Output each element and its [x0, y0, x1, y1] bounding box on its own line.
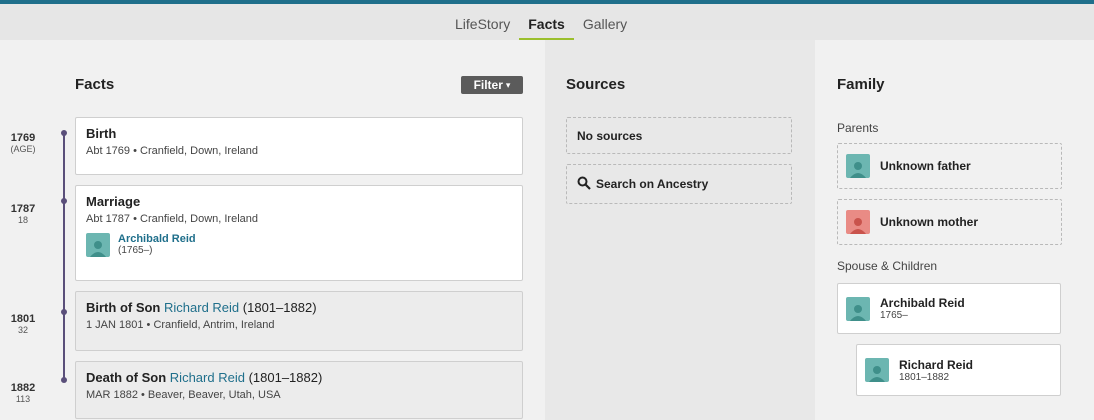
fact-card-marriage[interactable]: Marriage Abt 1787 • Cranfield, Down, Ire… [75, 185, 523, 281]
female-avatar-icon [846, 210, 870, 234]
spouse-name: Archibald Reid [118, 233, 196, 245]
event-year-4: 1882 113 [0, 382, 60, 404]
timeline-dot [61, 198, 67, 204]
fact-card-birth-of-son[interactable]: Birth of Son Richard Reid (1801–1882) 1 … [75, 291, 523, 351]
fact-title: Birth [86, 126, 117, 141]
fact-detail: MAR 1882 • Beaver, Beaver, Utah, USA [86, 389, 281, 401]
parents-label: Parents [837, 121, 879, 135]
fact-card-death-of-son[interactable]: Death of Son Richard Reid (1801–1882) MA… [75, 361, 523, 419]
search-on-ancestry-button[interactable]: Search on Ancestry [566, 164, 792, 204]
age-text: 32 [17, 325, 28, 335]
filter-button[interactable]: Filter ▾ [461, 76, 523, 94]
event-year-3: 1801 32 [0, 313, 60, 335]
sources-heading: Sources [566, 76, 626, 93]
no-sources-box: No sources [566, 117, 792, 154]
tab-bar: LifeStory Facts Gallery [446, 16, 636, 40]
tab-gallery[interactable]: Gallery [574, 16, 636, 40]
timeline-dot [61, 377, 67, 383]
male-avatar-icon [846, 296, 870, 321]
age-text: 113 [15, 394, 31, 404]
age-text: 18 [17, 215, 28, 225]
top-nav-bar: LifeStory Facts Gallery [0, 0, 1094, 40]
spouse-lifespan: (1765–) [118, 245, 153, 256]
fact-title: Marriage [86, 194, 141, 209]
spouse-card-name: Archibald Reid [880, 296, 965, 310]
event-year-1: 1769 (AGE) [0, 132, 60, 154]
spouse-card-lifespan: 1765– [880, 310, 908, 321]
chevron-down-icon: ▾ [505, 79, 511, 90]
fact-title-prefix: Death of Son [86, 370, 167, 385]
person-link[interactable]: Richard Reid [164, 300, 239, 315]
fact-detail: Abt 1769 • Cranfield, Down, Ireland [86, 145, 259, 157]
spouse-card[interactable]: Archibald Reid 1765– [837, 283, 1061, 334]
person-lifespan: (1801–1882) [248, 370, 323, 385]
child-card-lifespan: 1801–1882 [899, 371, 950, 383]
fact-title-prefix: Birth of Son [86, 300, 161, 315]
fact-title: Death of Son Richard Reid (1801–1882) [86, 370, 512, 385]
person-lifespan: (1801–1882) [242, 300, 317, 315]
male-avatar-icon [865, 358, 889, 382]
search-on-ancestry-label: Search on Ancestry [596, 177, 709, 191]
year-text: 1787 [10, 203, 36, 215]
spouse-children-label: Spouse & Children [837, 259, 938, 273]
timeline-dot [61, 130, 67, 136]
fact-card-birth[interactable]: Birth Abt 1769 • Cranfield, Down, Irelan… [75, 117, 523, 175]
tab-facts[interactable]: Facts [519, 16, 574, 40]
sources-column [545, 40, 815, 420]
search-icon [577, 176, 591, 193]
unknown-father-box[interactable]: Unknown father [837, 143, 1062, 189]
timeline-dot [61, 309, 67, 315]
event-year-2: 1787 18 [0, 203, 60, 225]
tab-lifestory[interactable]: LifeStory [446, 16, 519, 40]
filter-label: Filter [473, 78, 503, 92]
fact-detail: 1 JAN 1801 • Cranfield, Antrim, Ireland [86, 319, 275, 331]
unknown-mother-box[interactable]: Unknown mother [837, 199, 1062, 245]
person-link[interactable]: Richard Reid [170, 370, 245, 385]
fact-detail: Abt 1787 • Cranfield, Down, Ireland [86, 213, 259, 225]
mother-name: Unknown mother [880, 215, 978, 229]
facts-heading: Facts [75, 76, 115, 93]
child-card[interactable]: Richard Reid 1801–1882 [856, 344, 1061, 396]
age-text: (AGE) [10, 144, 36, 154]
fact-title: Birth of Son Richard Reid (1801–1882) [86, 300, 512, 315]
timeline-line [63, 132, 65, 380]
family-heading: Family [837, 76, 885, 93]
year-text: 1801 [10, 313, 36, 325]
year-text: 1769 [10, 132, 36, 144]
no-sources-text: No sources [577, 128, 643, 143]
father-name: Unknown father [880, 159, 971, 173]
male-avatar-icon [86, 233, 110, 257]
spouse-link[interactable]: Archibald Reid (1765–) [86, 233, 512, 257]
child-card-name: Richard Reid [899, 357, 974, 372]
male-avatar-icon [846, 154, 870, 178]
year-text: 1882 [10, 382, 36, 394]
